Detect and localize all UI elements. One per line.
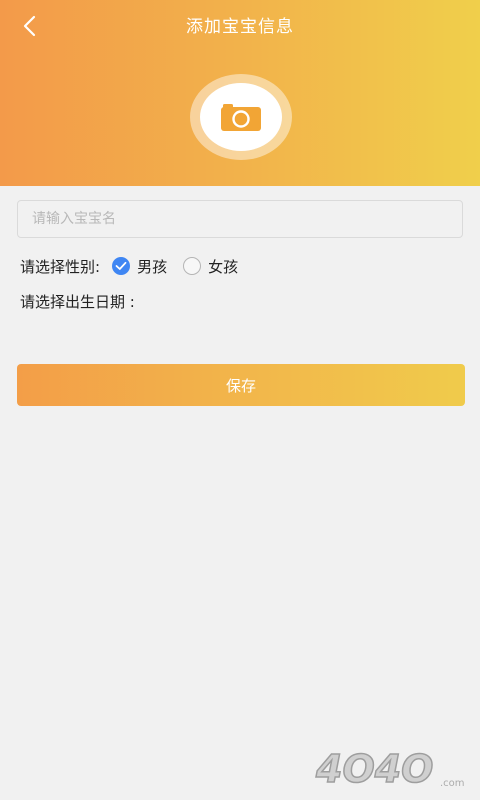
gender-option-label: 女孩 [208,257,239,276]
save-button[interactable]: 保存 [17,364,465,406]
svg-text:.com: .com [440,778,465,789]
baby-name-input[interactable] [17,200,463,238]
header-banner: 添加宝宝信息 [0,0,480,186]
radio-checked-icon[interactable] [112,257,131,275]
gender-option-boy[interactable]: 男孩 [112,256,167,277]
camera-icon [221,104,261,131]
birth-date-label: 请选择出生日期 : [20,292,135,311]
gender-label: 请选择性别: [20,257,101,276]
birth-date-row[interactable]: 请选择出生日期 : [20,289,135,313]
svg-text:4O4O: 4O4O [315,747,434,791]
gender-option-girl[interactable]: 女孩 [183,256,238,277]
watermark-logo: 4O4O .com [314,746,465,792]
radio-unchecked-icon[interactable] [183,257,202,275]
avatar-upload[interactable] [190,74,292,160]
avatar-circle[interactable] [200,83,282,151]
page-title: 添加宝宝信息 [186,17,294,37]
gender-option-label: 男孩 [137,257,168,276]
gender-row: 请选择性别: 男孩 女孩 [20,254,238,278]
